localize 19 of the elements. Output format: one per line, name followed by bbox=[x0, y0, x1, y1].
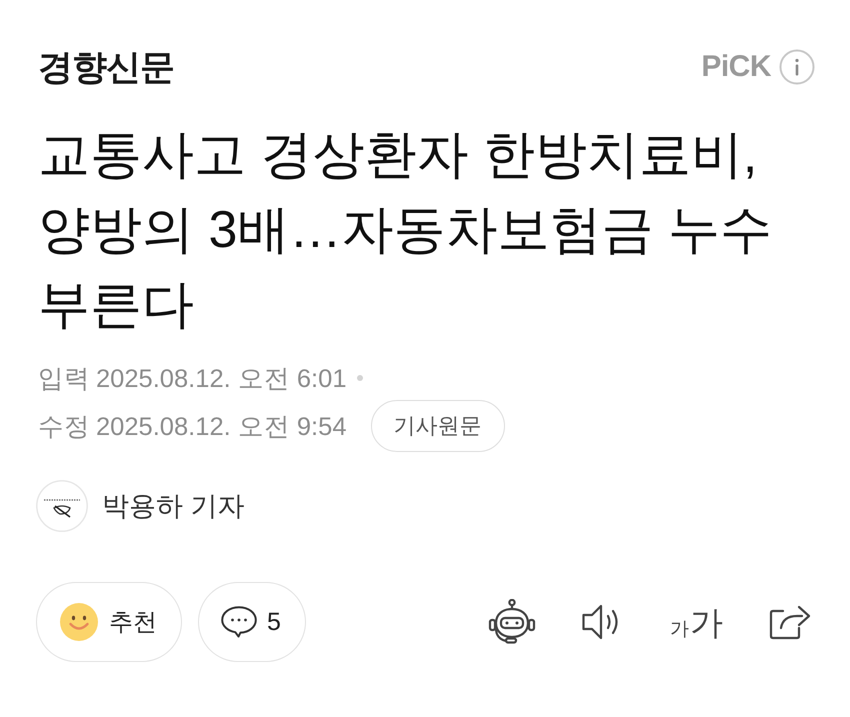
comment-icon bbox=[221, 606, 257, 638]
reporter-name[interactable]: 박용하 기자 bbox=[102, 488, 245, 524]
comment-button[interactable]: 5 bbox=[198, 582, 306, 662]
date-value: 2025.08.12. 오전 6:01 bbox=[96, 364, 347, 394]
date-value: 2025.08.12. 오전 9:54 bbox=[96, 412, 347, 442]
robot-icon[interactable] bbox=[488, 599, 536, 645]
leaf-avatar-icon bbox=[36, 480, 88, 532]
smiley-icon bbox=[60, 603, 98, 641]
recommend-button[interactable]: 추천 bbox=[36, 582, 182, 662]
date-label: 수정 bbox=[38, 412, 90, 442]
separator-dot-icon bbox=[356, 375, 363, 381]
info-icon[interactable] bbox=[779, 49, 815, 85]
date-label: 입력 bbox=[38, 364, 90, 394]
newspaper-logo[interactable]: 경향신문 bbox=[38, 44, 174, 90]
original-article-button[interactable]: 기사원문 bbox=[370, 400, 505, 452]
font-size-button[interactable]: 가가 bbox=[670, 606, 723, 638]
pick-label: PiCK bbox=[701, 50, 771, 84]
article-headline: 교통사고 경상환자 한방치료비, 양방의 3배…자동차보험금 누수 부른다 bbox=[38, 125, 773, 336]
share-icon[interactable] bbox=[769, 604, 811, 640]
